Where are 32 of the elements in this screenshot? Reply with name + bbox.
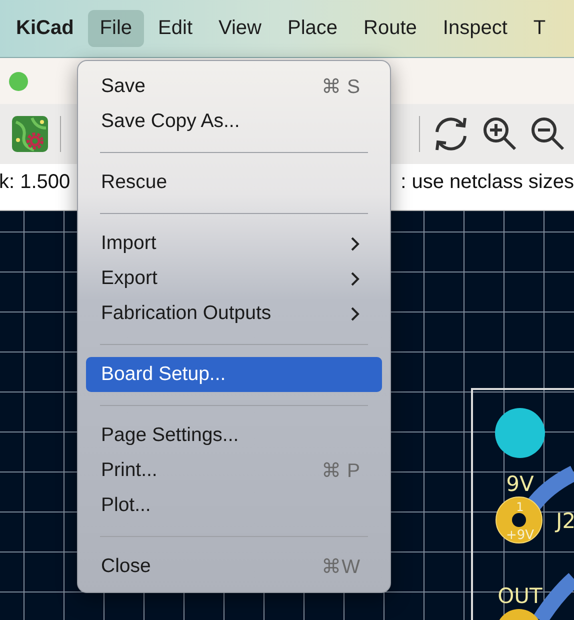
mounting-hole: [495, 408, 545, 458]
menu-entry[interactable]: Plot...: [86, 488, 382, 523]
zoom-in-icon[interactable]: [482, 116, 518, 152]
reference-label: J2: [556, 509, 574, 533]
pad: [496, 496, 542, 544]
pad-number: 1: [516, 500, 524, 514]
net-label: OUT: [498, 584, 542, 608]
menu-item[interactable]: Edit: [146, 10, 204, 47]
menu-item[interactable]: Route: [352, 10, 429, 47]
shortcut-label: ⌘ P: [322, 458, 360, 482]
menu-item[interactable]: View: [206, 10, 274, 47]
board-setup-icon[interactable]: [12, 116, 48, 152]
app-name[interactable]: KiCad: [4, 10, 86, 47]
pad-net-label: +9V: [506, 528, 534, 543]
track-width-setting-label: : use netclass sizes: [400, 170, 574, 194]
menu-entry[interactable]: Import: [86, 226, 382, 261]
net-label: 9V: [506, 472, 534, 496]
grid-setting-label: k: 1.500: [0, 170, 70, 194]
menu-item[interactable]: T: [521, 10, 558, 47]
shortcut-label: ⌘ S: [322, 74, 360, 98]
menu-entry[interactable]: Board Setup...: [86, 357, 382, 392]
menu-entry[interactable]: Fabrication Outputs: [86, 296, 382, 331]
menu-entry[interactable]: Page Settings...: [86, 418, 382, 453]
menu-item[interactable]: Inspect: [430, 10, 520, 47]
menu-entry[interactable]: Print... ⌘ P: [86, 453, 382, 488]
menu-entry[interactable]: Rescue: [86, 165, 382, 200]
menu-entry[interactable]: Export: [86, 261, 382, 296]
menu-entry[interactable]: Close ⌘W: [86, 549, 382, 584]
menu-item[interactable]: File: [88, 10, 144, 47]
menu-item[interactable]: Place: [276, 10, 350, 47]
shortcut-label: ⌘W: [322, 554, 360, 578]
zoom-out-icon[interactable]: [530, 116, 566, 152]
